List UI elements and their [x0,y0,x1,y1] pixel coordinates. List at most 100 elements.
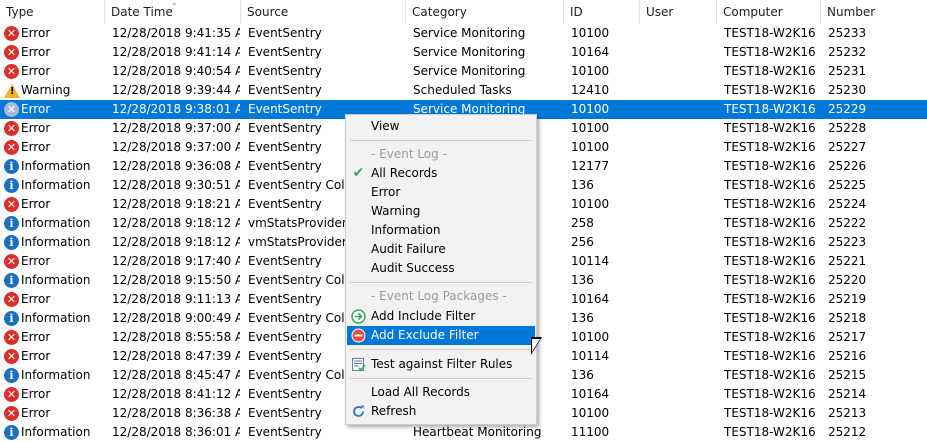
cell-type: ✕ Error [4,43,102,62]
cell-id: 10100 [571,26,610,40]
error-icon: ✕ [4,64,19,79]
menu-separator [350,378,532,379]
error-icon: ✕ [4,292,19,307]
cell-source: EventSentry Collec [248,273,358,287]
column-header-type[interactable]: Type [0,0,105,24]
error-icon: ✕ [4,140,19,155]
information-icon: i [4,368,19,383]
cell-source: EventSentry [248,121,322,135]
cell-category: Scheduled Tasks [413,83,512,97]
table-row[interactable]: ! Warning 12/28/2018 9:39:44 AM EventSentry… [0,81,927,100]
cell-user [647,214,713,233]
cell-date-time: 12/28/2018 9:17:40 AM [112,254,240,268]
cell-computer: TEST18-W2K16 [724,121,816,135]
menu-item-error[interactable]: Error [347,183,535,202]
cell-number: 25212 [828,425,867,439]
menu-item-information[interactable]: Information [347,221,535,240]
cell-computer: TEST18-W2K16 [724,197,816,211]
menu-item-add-include-filter[interactable]: Add Include Filter [347,307,535,326]
cell-category: Service Monitoring [413,45,526,59]
cell-source: EventSentry [248,197,322,211]
menu-item-test-filter-rules-label: Test against Filter Rules [371,357,513,371]
column-header-date-time[interactable]: ⌄ Date Time [105,0,241,24]
menu-item-audit-failure[interactable]: Audit Failure [347,240,535,259]
cell-id: 10100 [571,121,610,135]
menu-item-refresh[interactable]: Refresh [347,402,535,421]
cell-number: 25227 [828,140,867,154]
cell-id: 10114 [571,349,610,363]
refresh-icon [351,404,366,419]
information-icon: i [4,216,19,231]
cell-date-time: 12/28/2018 9:18:21 AM [112,197,240,211]
cell-source: EventSentry [248,406,322,420]
cell-date-time: 12/28/2018 9:37:00 AM [112,121,240,135]
cell-id: 10164 [571,387,610,401]
menu-item-view[interactable]: View [347,117,535,136]
cell-source: EventSentry [248,45,322,59]
column-header-computer[interactable]: Computer [717,0,821,24]
cell-type: ✕ Error [4,385,102,404]
column-header-id[interactable]: ID [564,0,640,24]
error-icon: ✕ [4,330,19,345]
cell-user [647,62,713,81]
column-header-user[interactable]: User [640,0,717,24]
cell-source: vmStatsProvider [248,235,347,249]
cell-date-time: 12/28/2018 9:41:14 AM [112,45,240,59]
table-row[interactable]: ✕ Error 12/28/2018 9:41:14 AM EventSentry Se… [0,43,927,62]
information-icon: i [4,178,19,193]
cell-user [647,24,713,43]
cell-type: i Information [4,233,102,252]
information-icon: i [4,235,19,250]
checkmark-icon: ✔ [352,165,365,181]
menu-item-audit-success[interactable]: Audit Success [347,259,535,278]
error-icon: ✕ [4,387,19,402]
table-row[interactable]: ✕ Error 12/28/2018 9:40:54 AM EventSentry Se… [0,62,927,81]
cell-id: 12177 [571,159,610,173]
cell-type: i Information [4,176,102,195]
cell-type: ✕ Error [4,347,102,366]
cell-number: 25224 [828,197,867,211]
column-header-row: Type ⌄ Date Time Source Category ID User… [0,0,927,24]
cell-number: 25225 [828,178,867,192]
cell-id: 10100 [571,140,610,154]
menu-item-add-exclude-filter[interactable]: Add Exclude Filter [347,326,535,345]
menu-item-warning[interactable]: Warning [347,202,535,221]
cell-date-time: 12/28/2018 9:18:12 AM [112,216,240,230]
table-row[interactable]: i Information 12/28/2018 8:36:01 AM EventSe… [0,423,927,442]
cell-type: ✕ Error [4,62,102,81]
cell-type-label: Information [21,235,91,249]
cell-number: 25226 [828,159,867,173]
cell-id: 136 [571,368,594,382]
table-row[interactable]: ✕ Error 12/28/2018 9:41:35 AM EventSentry Se… [0,24,927,43]
cell-user [647,328,713,347]
cell-user [647,366,713,385]
menu-item-test-filter-rules[interactable]: Test against Filter Rules [347,355,535,374]
cell-id: 136 [571,311,594,325]
cell-date-time: 12/28/2018 8:47:39 AM [112,349,240,363]
column-header-category[interactable]: Category [406,0,564,24]
cell-user [647,423,713,442]
cell-source: EventSentry [248,349,322,363]
cell-source: EventSentry [248,387,322,401]
cell-type-label: Information [21,368,91,382]
cell-type-label: Error [21,330,51,344]
cell-user [647,43,713,62]
column-header-source[interactable]: Source [241,0,406,24]
menu-item-all-records[interactable]: ✔ All Records [347,164,535,183]
cell-type-label: Error [21,45,51,59]
cell-computer: TEST18-W2K16 [724,273,816,287]
cell-id: 10100 [571,64,610,78]
cell-date-time: 12/28/2018 9:39:44 AM [112,83,240,97]
cell-user [647,119,713,138]
cell-computer: TEST18-W2K16 [724,64,816,78]
cell-source: EventSentry [248,83,322,97]
error-icon: ✕ [4,197,19,212]
menu-item-load-all-records[interactable]: Load All Records [347,383,535,402]
column-header-number[interactable]: Number [821,0,927,24]
cell-type: ✕ Error [4,195,102,214]
cell-user [647,233,713,252]
cell-type: ✕ Error [4,24,102,43]
cell-number: 25230 [828,83,867,97]
cell-date-time: 12/28/2018 9:41:35 AM [112,26,240,40]
sort-indicator-icon: ⌄ [171,0,178,7]
